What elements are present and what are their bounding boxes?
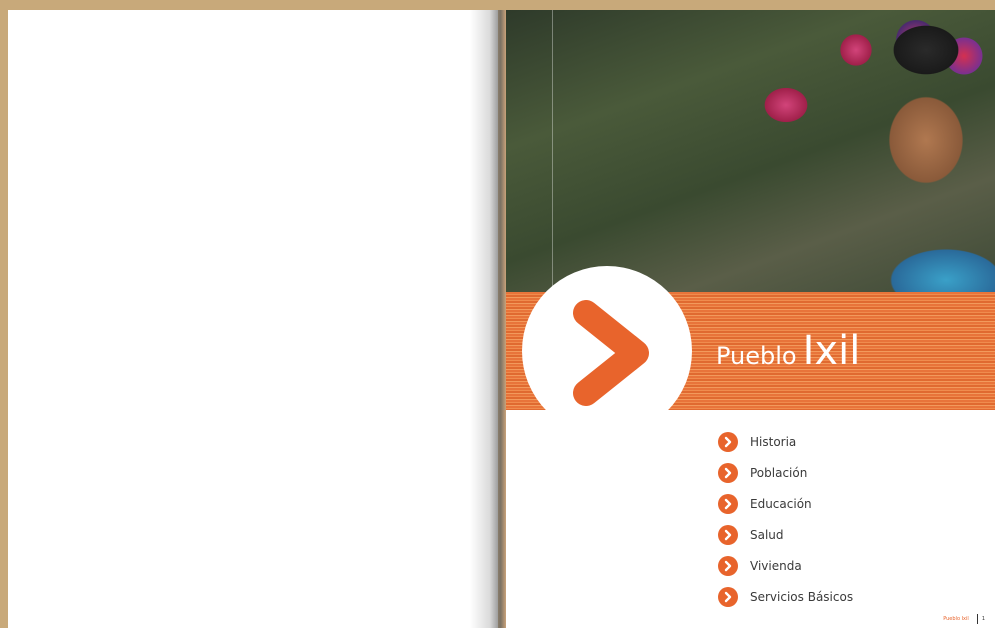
chevron-right-icon <box>718 493 738 514</box>
chevron-right-icon <box>718 462 738 483</box>
menu-item-label: Servicios Básicos <box>750 589 854 604</box>
photo-guide-line <box>552 10 553 292</box>
running-title: Pueblo Ixil <box>943 616 969 622</box>
footer-divider <box>976 614 978 624</box>
menu-item-vivienda[interactable]: Vivienda <box>718 550 853 581</box>
right-page: Pueblo Ixil Historia Población Educación … <box>506 10 995 628</box>
chevron-right-icon <box>573 300 649 406</box>
menu-item-salud[interactable]: Salud <box>718 519 853 550</box>
title-part-1: Pueblo <box>716 342 797 370</box>
page-title: Pueblo Ixil <box>716 328 860 374</box>
cover-photo <box>506 10 995 292</box>
menu-item-historia[interactable]: Historia <box>718 426 853 457</box>
menu-item-poblacion[interactable]: Población <box>718 457 853 488</box>
chevron-right-icon <box>718 555 738 576</box>
book-gutter-shadow <box>470 10 506 628</box>
chevron-right-icon <box>718 431 738 452</box>
menu-item-servicios-basicos[interactable]: Servicios Básicos <box>718 581 853 612</box>
page-footer: Pueblo Ixil 1 <box>943 614 985 624</box>
menu-item-educacion[interactable]: Educación <box>718 488 853 519</box>
left-page-blank <box>8 10 498 628</box>
menu-item-label: Salud <box>750 527 784 542</box>
menu-item-label: Vivienda <box>750 558 802 573</box>
page-number: 1 <box>981 616 985 622</box>
chevron-right-icon <box>718 524 738 545</box>
menu-item-label: Población <box>750 465 808 480</box>
menu-item-label: Historia <box>750 434 797 449</box>
title-part-2: Ixil <box>802 328 861 374</box>
section-menu: Historia Población Educación Salud Vivie… <box>718 426 853 612</box>
menu-item-label: Educación <box>750 496 812 511</box>
chevron-right-icon <box>718 586 738 607</box>
